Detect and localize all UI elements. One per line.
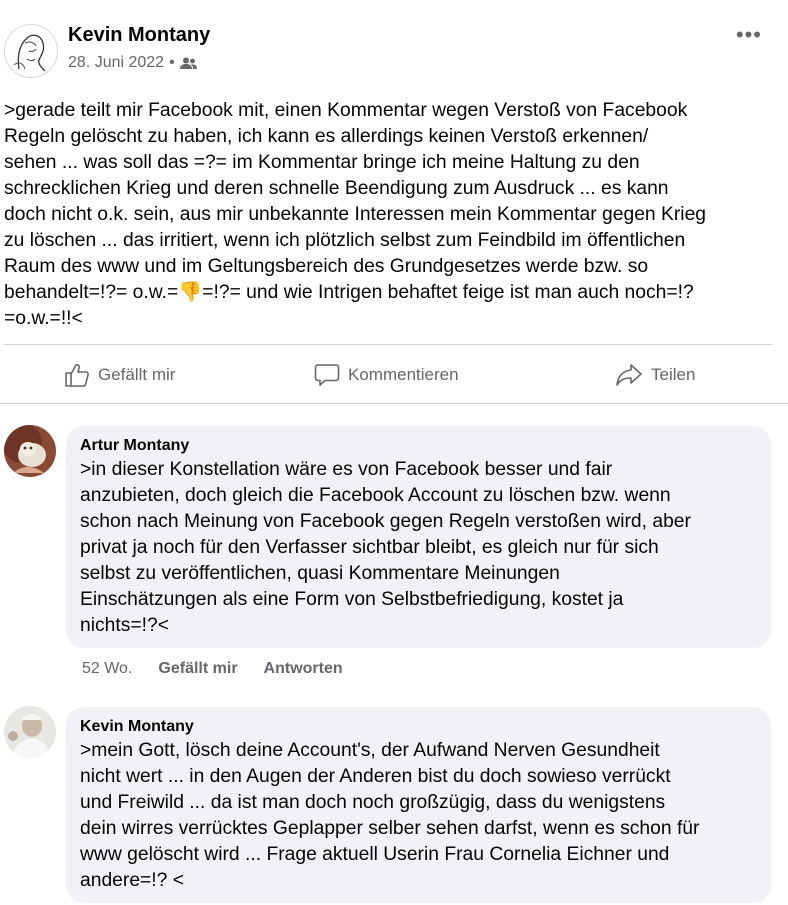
thumbs-up-icon	[65, 363, 89, 387]
share-arrow-icon	[616, 364, 642, 386]
friends-icon[interactable]	[179, 57, 197, 70]
comment-bubble-icon	[314, 364, 340, 386]
sketch-portrait-icon	[13, 34, 46, 72]
comment-age[interactable]: 52 Wo.	[82, 660, 132, 678]
post-meta: 28. Juni 2022 •	[68, 54, 197, 72]
post-divider	[4, 344, 772, 345]
post-date[interactable]: 28. Juni 2022	[68, 54, 164, 72]
share-button[interactable]: Teilen	[615, 350, 695, 400]
more-options-button[interactable]: •••	[736, 22, 762, 48]
comment-text: >mein Gott, lösch deine Account's, der A…	[80, 740, 700, 891]
meta-separator: •	[169, 54, 175, 71]
actions-divider	[0, 403, 788, 404]
post-actions: Gefällt mir Kommentieren Teilen	[0, 350, 788, 400]
comment-avatar-artur[interactable]	[4, 425, 56, 477]
cat-photo-icon	[4, 425, 56, 477]
share-label: Teilen	[651, 365, 696, 384]
author-name[interactable]: Kevin Montany	[68, 24, 210, 47]
comment-bubble: Artur Montany >in dieser Konstellation w…	[66, 426, 771, 648]
post-header: Kevin Montany 28. Juni 2022 • •••	[0, 0, 788, 90]
comment-reply-link[interactable]: Antworten	[264, 660, 343, 678]
comment-text: >in dieser Konstellation wäre es von Fac…	[80, 459, 691, 636]
person-photo-icon	[4, 706, 56, 758]
like-button[interactable]: Gefällt mir	[64, 350, 175, 400]
like-label: Gefällt mir	[98, 365, 176, 384]
post-text: >gerade teilt mir Facebook mit, einen Ko…	[4, 100, 707, 329]
comment-author[interactable]: Kevin Montany	[80, 716, 757, 738]
author-avatar[interactable]	[4, 24, 58, 78]
comment-bubble: Kevin Montany >mein Gott, lösch deine Ac…	[66, 707, 771, 903]
comment-meta: 52 Wo. Gefällt mir Antworten	[82, 660, 343, 678]
comment-like-link[interactable]: Gefällt mir	[158, 660, 237, 678]
comment-button[interactable]: Kommentieren	[314, 350, 459, 400]
comment-label: Kommentieren	[348, 365, 459, 384]
comment-author[interactable]: Artur Montany	[80, 435, 757, 457]
comment-avatar-kevin[interactable]	[4, 706, 56, 758]
